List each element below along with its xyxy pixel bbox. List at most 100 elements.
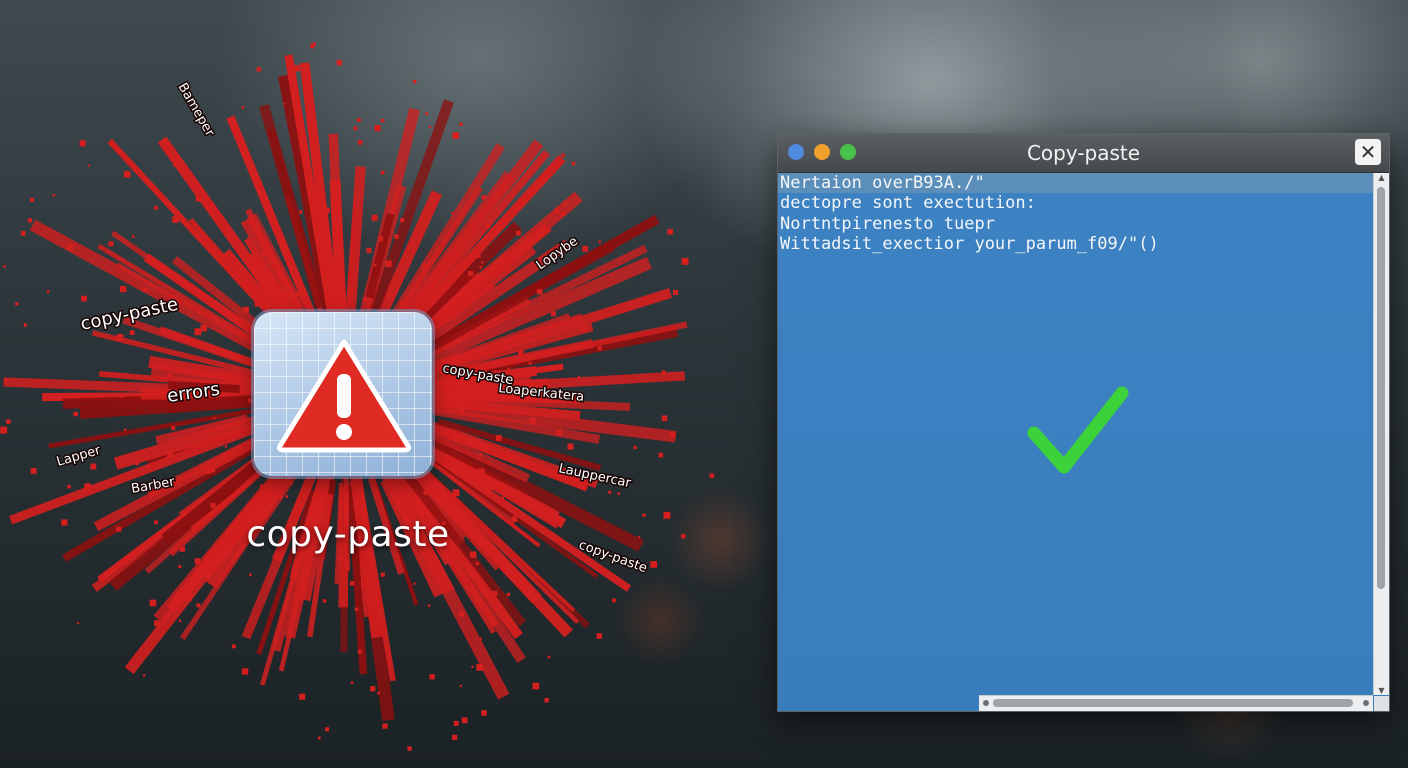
burst-particle [436,466,439,469]
burst-particle [46,290,50,293]
burst-particle [481,710,487,716]
burst-particle [231,644,236,649]
burst-particle [120,395,123,398]
burst-particle [260,285,263,289]
burst-particle [681,257,689,265]
burst-particle [667,228,673,235]
burst-particle [196,603,201,608]
burst-particle [518,350,524,356]
window-titlebar[interactable]: Copy-paste ✕ [778,134,1389,173]
burst-particle [27,218,33,223]
burst-particle [241,668,249,675]
burst-particle [207,204,215,212]
burst-particle [277,494,283,500]
horizontal-scrollbar[interactable] [979,695,1373,711]
burst-particle [67,484,71,489]
vertical-scrollbar[interactable]: ▲ ▼ [1373,173,1389,695]
burst-particle [333,305,340,312]
burst-particle [240,267,244,271]
scroll-right-icon[interactable] [1363,700,1369,706]
burst-particle [661,370,666,375]
burst-particle [598,240,602,244]
burst-particle [633,445,637,450]
burst-particle [87,164,90,167]
burst-particle [371,214,378,221]
code-line-3: Nortntpirenesto tuepr [780,214,995,234]
burst-particle [478,468,485,475]
burst-particle [241,106,245,109]
burst-particle [453,720,459,726]
burst-particle [6,419,11,424]
burst-particle [638,535,641,539]
burst-particle [15,302,19,306]
burst-particle [339,271,342,275]
burst-particle [459,684,462,687]
burst-ray [344,166,366,327]
scroll-down-arrow-icon[interactable]: ▼ [1374,686,1389,695]
burst-particle [135,461,139,466]
burst-particle [154,205,158,210]
burst-particle [501,344,508,351]
burst-particle [154,520,158,525]
burst-particle [296,291,302,297]
burst-particle [485,592,489,596]
burst-particle [374,125,381,132]
burst-particle [491,478,495,481]
burst-particle [336,59,343,66]
burst-particle [385,260,392,268]
burst-particle [479,266,483,269]
burst-particle [658,452,664,458]
burst-particle [512,488,515,491]
close-button[interactable]: ✕ [1355,139,1381,165]
window-title: Copy-paste [1026,141,1141,165]
burst-particle [210,502,216,509]
text-content-area[interactable]: Nertaion overB93A./" dectopre sont exect… [778,173,1373,695]
scroll-up-arrow-icon[interactable]: ▲ [1374,173,1389,182]
burst-particle [178,619,182,622]
horizontal-scroll-thumb[interactable] [993,699,1353,707]
burst-particle [547,655,551,659]
burst-particle [143,674,146,677]
copy-paste-window[interactable]: Copy-paste ✕ Nertaion overB93A./" dectop… [777,133,1390,712]
burst-particle [259,484,264,488]
burst-particle [507,367,510,371]
burst-particle [561,153,565,158]
burst-particle [427,604,431,607]
burst-particle [446,461,453,468]
burst-particle [642,513,646,517]
burst-particle [373,263,377,267]
burst-particle [310,43,315,49]
scroll-left-icon[interactable] [983,700,989,706]
burst-particle [248,398,253,403]
burst-particle [285,495,288,498]
burst-particle [563,200,567,205]
burst-particle [431,360,436,366]
burst-particle [362,298,367,303]
vertical-scroll-thumb[interactable] [1377,187,1385,589]
burst-particle [458,611,465,617]
checkmark-icon [1027,386,1129,474]
burst-particle [224,445,228,448]
warning-triangle-icon [277,339,411,453]
burst-particle [213,417,216,420]
burst-particle [650,561,658,568]
burst-particle [536,288,543,295]
burst-particle [90,463,97,470]
burst-particle [73,411,78,417]
burst-particle [350,681,354,684]
scrollbar-corner [1374,696,1389,711]
copy-paste-app-icon[interactable] [254,312,432,476]
burst-particle [66,243,74,251]
burst-particle [479,586,483,590]
burst-particle [323,207,330,214]
burst-particle [61,519,68,526]
code-line-1: Nertaion overB93A./" [780,173,985,193]
burst-particle [357,649,362,654]
burst-particle [452,734,458,740]
burst-particle [283,102,286,105]
burst-particle [451,211,454,215]
burst-particle [357,140,363,145]
burst-particle [560,211,565,217]
burst-particle [425,112,428,116]
burst-particle [119,285,127,293]
